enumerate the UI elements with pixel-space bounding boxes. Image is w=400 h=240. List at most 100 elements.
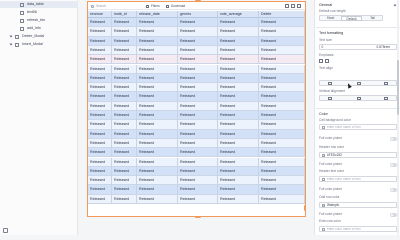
table-row[interactable]: Released Released Released Released Released… xyxy=(88,92,305,102)
row-height-short[interactable]: Short xyxy=(320,16,341,21)
panel-scrollbar[interactable] xyxy=(397,0,399,235)
table-row[interactable]: Released Released Released Released Released… xyxy=(88,45,305,56)
table-cell[interactable]: Released xyxy=(137,148,178,158)
table-cell[interactable]: Released xyxy=(218,129,259,139)
table-cell[interactable]: Released xyxy=(112,176,137,186)
table-cell[interactable]: Released xyxy=(88,185,112,195)
table-cell[interactable]: Released xyxy=(112,111,137,120)
header-row-color-input[interactable]: #FEDc252 xyxy=(319,152,397,158)
table-cell[interactable]: Released xyxy=(259,64,305,74)
table-cell[interactable]: Released xyxy=(218,18,259,27)
table-cell[interactable]: Released xyxy=(218,101,259,111)
header-text-color-input[interactable]: enter color name or hex xyxy=(319,176,397,182)
table-cell[interactable]: Released xyxy=(259,83,305,93)
table-cell[interactable]: Released xyxy=(178,120,218,130)
column-header[interactable]: vote_average xyxy=(218,11,259,18)
table-cell[interactable]: Released xyxy=(218,185,259,195)
table-cell[interactable]: Released xyxy=(218,73,259,83)
table-row[interactable]: Released Released Released Released Released… xyxy=(88,111,305,121)
full-color-picker-toggle[interactable] xyxy=(390,163,397,167)
table-cell[interactable]: Released xyxy=(88,157,112,167)
table-cell[interactable]: Released xyxy=(259,92,305,102)
table-cell[interactable]: Released xyxy=(137,45,178,55)
table-cell[interactable]: Released xyxy=(178,176,218,186)
table-cell[interactable]: Released xyxy=(137,120,178,130)
table-row[interactable]: Released Released Released Released Released… xyxy=(88,101,305,111)
resize-handle-right[interactable] xyxy=(304,205,306,211)
table-row[interactable]: Released Released Released Released Released… xyxy=(88,194,305,204)
table-cell[interactable]: Released xyxy=(259,148,305,158)
table-cell[interactable]: Released xyxy=(178,129,218,139)
table-row[interactable]: Released Released Released Released Released… xyxy=(88,55,305,65)
full-color-picker-toggle[interactable] xyxy=(390,137,397,141)
table-cell[interactable]: Released xyxy=(112,101,137,111)
table-cell[interactable]: Released xyxy=(218,194,259,204)
table-cell[interactable]: Released xyxy=(259,45,305,55)
table-cell[interactable]: Released xyxy=(178,92,218,102)
table-cell[interactable]: Released xyxy=(259,73,305,83)
table-row[interactable]: Released Released Released Released Released… xyxy=(88,64,305,74)
more-icon[interactable] xyxy=(297,4,301,8)
table-cell[interactable]: Released xyxy=(137,185,178,195)
resize-handle-bottom[interactable] xyxy=(195,216,201,218)
align-middle-icon[interactable] xyxy=(357,96,361,101)
table-cell[interactable]: Released xyxy=(137,92,178,102)
table-cell[interactable]: Released xyxy=(259,129,305,139)
table-cell[interactable]: Released xyxy=(88,129,112,139)
table-cell[interactable]: Released xyxy=(137,176,178,186)
table-cell[interactable]: Released xyxy=(112,27,137,37)
table-cell[interactable]: Released xyxy=(88,83,112,93)
tree-item-add-info[interactable]: add_info xyxy=(0,25,78,32)
table-cell[interactable]: Released xyxy=(88,120,112,130)
table-cell[interactable]: Released xyxy=(178,36,218,46)
table-cell[interactable]: Released xyxy=(178,27,218,37)
text-size-input[interactable]: 0 0.875rem xyxy=(319,44,397,50)
table-cell[interactable]: Released xyxy=(218,176,259,186)
table-row[interactable]: Released Released Released Released Released… xyxy=(88,73,305,84)
table-cell[interactable]: Released xyxy=(259,185,305,195)
help-icon[interactable] xyxy=(3,228,8,233)
table-cell[interactable]: Released xyxy=(218,36,259,46)
tree-item-delete-modal[interactable]: Delete_Modal xyxy=(0,33,78,40)
table-cell[interactable]: Released xyxy=(178,55,218,65)
panel-scrollbar-thumb[interactable] xyxy=(397,60,399,115)
add-row-icon[interactable] xyxy=(285,4,289,8)
italic-icon[interactable] xyxy=(325,59,329,63)
tree-item-insert-modal[interactable]: Insert_Modal xyxy=(0,41,78,48)
table-cell[interactable]: Released xyxy=(88,166,112,176)
table-cell[interactable]: Released xyxy=(137,166,178,176)
table-cell[interactable]: Released xyxy=(218,83,259,93)
table-cell[interactable]: Released xyxy=(259,27,305,37)
table-row[interactable]: Released Released Released Released Released… xyxy=(88,157,305,167)
table-cell[interactable]: Released xyxy=(218,111,259,120)
table-cell[interactable]: Released xyxy=(112,166,137,176)
table-cell[interactable]: Released xyxy=(178,157,218,167)
table-cell[interactable]: Released xyxy=(137,73,178,83)
table-cell[interactable]: Released xyxy=(88,45,112,55)
table-cell[interactable]: Released xyxy=(88,18,112,27)
column-header[interactable]: genres xyxy=(178,11,218,18)
table-cell[interactable]: Released xyxy=(112,18,137,27)
table-row[interactable]: Released Released Released Released Released… xyxy=(88,176,305,186)
table-cell[interactable]: Released xyxy=(259,36,305,46)
table-row[interactable]: Released Released Released Released Released… xyxy=(88,36,305,46)
table-row[interactable]: Released Released Released Released Released… xyxy=(88,148,305,158)
table-row[interactable]: Released Released Released Released Released… xyxy=(88,83,305,93)
table-cell[interactable]: Released xyxy=(88,138,112,148)
table-cell[interactable]: Released xyxy=(259,120,305,130)
table-cell[interactable]: Released xyxy=(112,157,137,167)
table-cell[interactable]: Released xyxy=(137,157,178,167)
table-cell[interactable]: Released xyxy=(178,138,218,148)
table-cell[interactable]: Released xyxy=(178,185,218,195)
tree-item-data-table[interactable]: data_table xyxy=(0,1,78,8)
align-right-icon[interactable] xyxy=(384,81,388,86)
table-cell[interactable]: Released xyxy=(259,176,305,186)
table-cell[interactable]: Released xyxy=(112,148,137,158)
table-cell[interactable]: Released xyxy=(259,157,305,167)
row-height-default[interactable]: Default xyxy=(341,16,362,21)
table-cell[interactable]: Released xyxy=(112,73,137,83)
table-cell[interactable]: Released xyxy=(112,138,137,148)
table-cell[interactable]: Released xyxy=(218,148,259,158)
table-cell[interactable]: Released xyxy=(112,120,137,130)
table-cell[interactable]: Released xyxy=(218,120,259,130)
